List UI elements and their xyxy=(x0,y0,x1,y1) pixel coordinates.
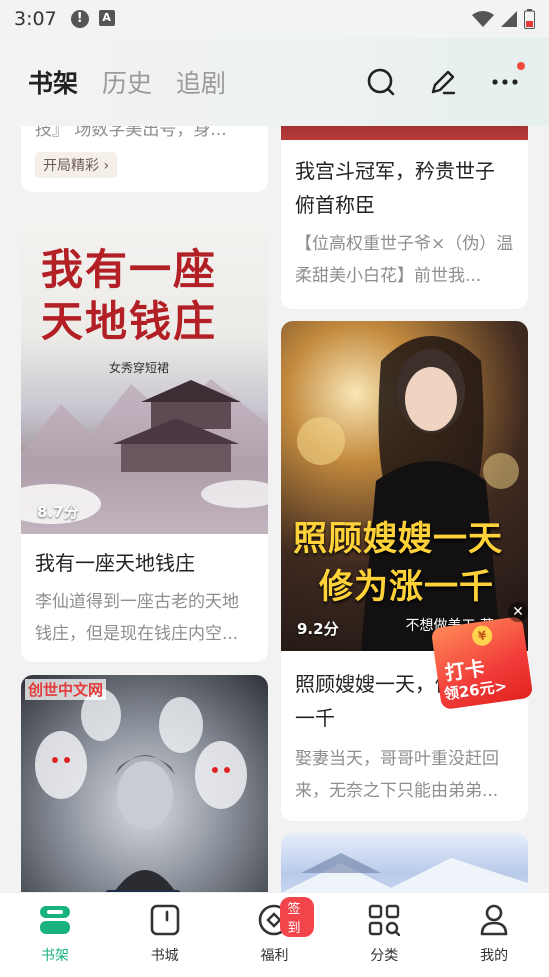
book-card[interactable]: 我有一座天地钱庄 女秀穿短裙 8.7分 我有一座天地钱庄 李仙道得到一座古老的天… xyxy=(21,204,268,662)
book-desc: 李仙道得到一座古老的天地钱庄，但是现在钱庄内空... xyxy=(35,592,239,644)
book-title: 我有一座天地钱庄 xyxy=(35,551,195,575)
nav-label: 分类 xyxy=(370,948,399,964)
notification-dot xyxy=(517,62,525,70)
close-icon[interactable]: ✕ xyxy=(508,602,528,622)
status-time: 3:07 xyxy=(14,8,57,30)
sign-in-badge[interactable]: 签到 xyxy=(280,897,315,937)
book-score: 9.2分 xyxy=(297,620,339,638)
status-bar: 3:07 ! A xyxy=(0,0,549,38)
more-icon xyxy=(492,79,518,85)
book-score: 8.7分 xyxy=(37,503,79,521)
nav-label: 书架 xyxy=(40,948,69,964)
nav-category[interactable]: 分类 xyxy=(344,903,424,965)
book-cover xyxy=(281,126,528,140)
nav-label: 福利 xyxy=(260,948,289,964)
signal-icon xyxy=(501,11,517,27)
book-card[interactable] xyxy=(281,833,528,892)
status-notification-icons: ! A xyxy=(70,10,115,28)
book-title: 我宫斗冠军，矜贵世子俯首称臣 xyxy=(295,159,495,217)
nav-profile[interactable]: 我的 xyxy=(454,903,534,965)
nav-welfare[interactable]: 签到 福利 xyxy=(234,897,315,965)
book-card[interactable]: 技』 场数字美出号，身... 开局精彩 › xyxy=(21,126,268,192)
tab-bookshelf[interactable]: 书架 xyxy=(28,64,78,100)
book-cover: 我有一座天地钱庄 女秀穿短裙 8.7分 xyxy=(21,204,268,534)
cover-author: 女秀穿短裙 xyxy=(109,361,170,375)
check-in-promo[interactable]: 打卡 领26元> ¥ ✕ xyxy=(430,596,536,711)
nav-bookstore[interactable]: 书城 xyxy=(125,903,205,965)
nav-label: 我的 xyxy=(480,948,509,964)
bookshelf-icon xyxy=(38,903,72,937)
book-card[interactable]: 我宫斗冠军，矜贵世子俯首称臣 【位高权重世子爷×（伪）温柔甜美小白花】前世我..… xyxy=(281,126,528,309)
cover-art xyxy=(35,689,247,892)
pencil-icon xyxy=(431,70,456,95)
status-system-icons xyxy=(472,9,535,29)
book-card[interactable]: 照顾嫂嫂一天 修为涨一千 不想做美工 著 9.2分 照顾嫂嫂一天，修为涨一千 娶… xyxy=(281,321,528,821)
nav-label: 书城 xyxy=(150,948,179,964)
promo-red-envelope[interactable]: 打卡 领26元> ¥ xyxy=(430,615,534,711)
search-icon xyxy=(367,68,395,96)
more-button[interactable] xyxy=(489,62,525,98)
tab-history[interactable]: 历史 xyxy=(102,64,152,100)
shelf-grid: 技』 场数字美出号，身... 开局精彩 › 我宫斗冠军，矜贵世子俯首称臣 【位高… xyxy=(0,126,549,892)
bookstore-icon xyxy=(148,903,182,937)
book-desc: 【位高权重世子爷×（伪）温柔甜美小白花】前世我... xyxy=(295,234,514,286)
book-card[interactable]: 创世中文网 斗罗 xyxy=(21,675,268,892)
battery-icon xyxy=(524,9,535,29)
book-cover: 创世中文网 斗罗 xyxy=(21,675,268,892)
tab-drama[interactable]: 追剧 xyxy=(176,64,226,100)
cover-logo: 创世中文网 xyxy=(25,679,107,700)
cover-title: 照顾嫂嫂一天 xyxy=(293,519,503,559)
book-desc: 技』 场数字美出号，身... xyxy=(35,126,227,140)
bottom-nav: 书架 书城 签到 福利 分类 我的 xyxy=(0,892,549,977)
search-button[interactable] xyxy=(365,66,397,98)
alert-icon: ! xyxy=(70,10,89,28)
cover-art xyxy=(283,853,528,892)
profile-icon xyxy=(477,903,511,937)
edit-button[interactable] xyxy=(427,66,459,98)
book-tag[interactable]: 开局精彩 › xyxy=(35,152,118,178)
category-icon xyxy=(367,903,401,937)
wifi-icon xyxy=(472,11,494,27)
shelf-header: 书架 历史 追剧 xyxy=(0,38,549,126)
nav-bookshelf[interactable]: 书架 xyxy=(15,903,95,965)
book-desc: 娶妻当天，哥哥叶重没赶回来，无奈之下只能由弟弟... xyxy=(295,749,499,801)
book-cover xyxy=(281,833,528,892)
app-notification-icon: A xyxy=(98,10,115,26)
cover-title: 我有一座天地钱庄 xyxy=(41,245,218,346)
coin-icon: ¥ xyxy=(470,624,494,648)
